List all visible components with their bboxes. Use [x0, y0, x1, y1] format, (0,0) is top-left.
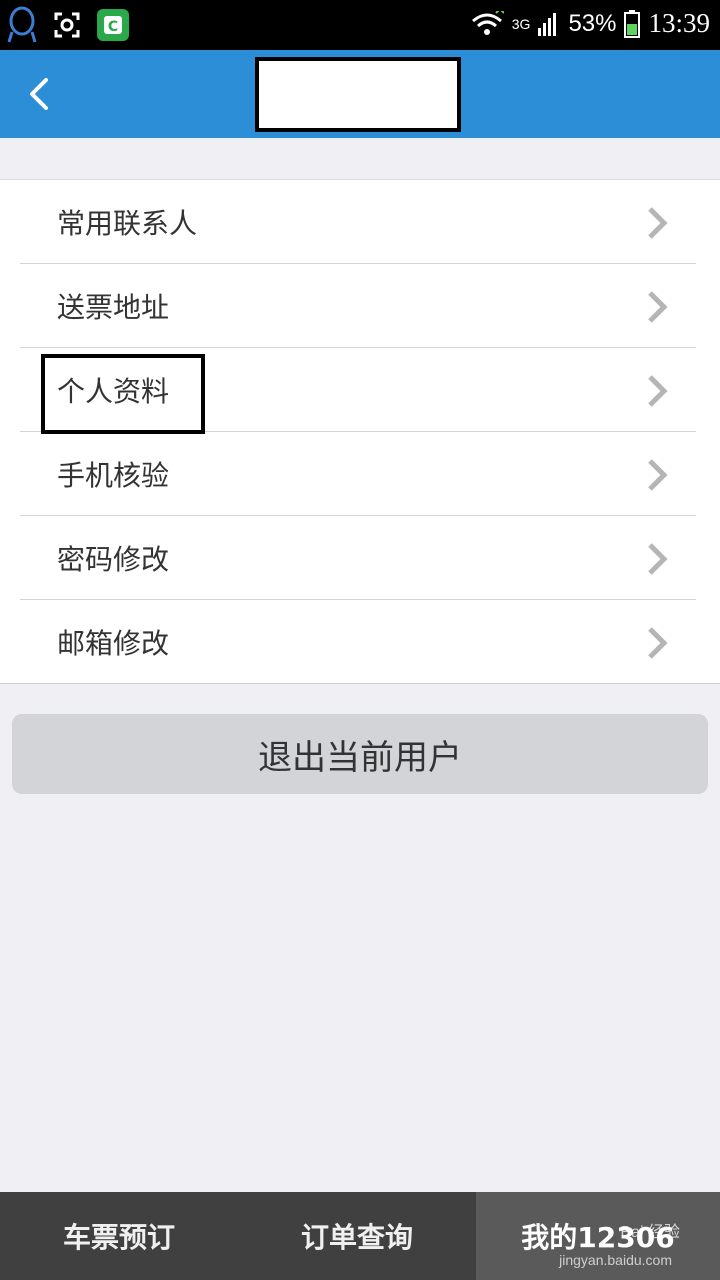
- menu-item-change-password[interactable]: 密码修改: [20, 516, 696, 600]
- tab-ticket-booking[interactable]: 车票预订: [0, 1192, 238, 1280]
- app-header: [0, 50, 720, 138]
- page-title: [255, 57, 461, 132]
- chevron-right-icon: [648, 375, 668, 407]
- back-button[interactable]: [18, 70, 66, 118]
- menu-item-label: 密码修改: [57, 543, 170, 576]
- logout-button[interactable]: 退出当前用户: [12, 714, 708, 794]
- signal-icon: [538, 12, 557, 36]
- menu-item-profile[interactable]: 个人资料: [20, 348, 696, 432]
- chevron-right-icon: [648, 207, 668, 239]
- svg-text:C: C: [108, 19, 118, 35]
- tab-order-query[interactable]: 订单查询: [238, 1192, 476, 1280]
- menu-item-contacts[interactable]: 常用联系人: [20, 180, 696, 264]
- menu-item-label: 常用联系人: [57, 207, 198, 240]
- wifi-icon: [471, 10, 504, 35]
- qq-icon: [7, 6, 37, 43]
- battery-icon: [624, 9, 641, 38]
- chevron-right-icon: [648, 627, 668, 659]
- back-arrow-icon: [30, 78, 48, 110]
- chevron-right-icon: [648, 291, 668, 323]
- status-indicators: 3G 53% 13:39: [470, 8, 710, 39]
- menu-item-phone-verify[interactable]: 手机核验: [20, 432, 696, 516]
- app-store-icon: C: [97, 9, 129, 41]
- battery-percent: 53%: [568, 9, 617, 37]
- tab-my-12306[interactable]: 我的12306: [476, 1192, 720, 1280]
- bottom-tab-bar: 车票预订 订单查询 我的12306: [0, 1192, 720, 1280]
- chevron-right-icon: [648, 543, 668, 575]
- status-bar: C 3G 53% 13:39: [0, 0, 720, 50]
- menu-item-change-email[interactable]: 邮箱修改: [20, 600, 696, 684]
- menu-item-label: 个人资料: [57, 375, 170, 408]
- menu-item-label: 邮箱修改: [57, 627, 170, 660]
- menu-item-label: 送票地址: [57, 291, 170, 324]
- network-type: 3G: [511, 15, 531, 32]
- notification-icons: C: [6, 6, 130, 44]
- clock: 13:39: [648, 8, 710, 38]
- menu-item-delivery-address[interactable]: 送票地址: [20, 264, 696, 348]
- account-menu-list: 常用联系人 送票地址 个人资料 手机核验 密码修改 邮箱修改: [0, 179, 720, 684]
- menu-item-label: 手机核验: [57, 459, 170, 492]
- chevron-right-icon: [648, 459, 668, 491]
- screenshot-icon: [54, 12, 80, 38]
